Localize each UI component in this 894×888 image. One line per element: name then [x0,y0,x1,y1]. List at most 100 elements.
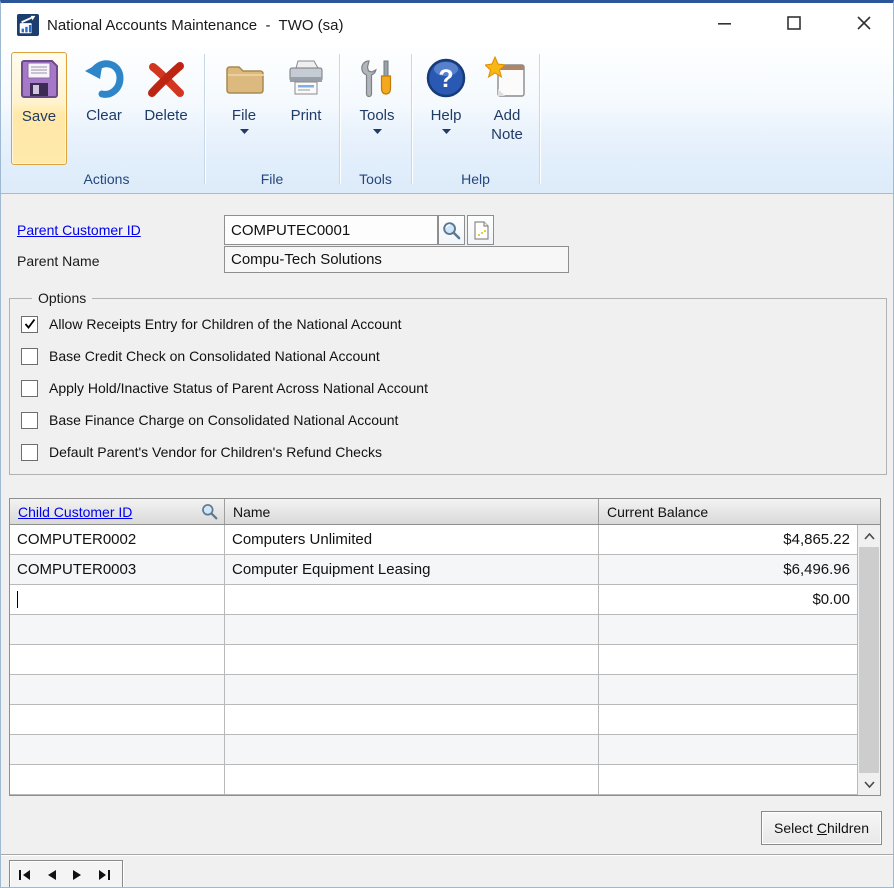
grid-cell-name[interactable] [225,705,599,734]
scrollbar-thumb[interactable] [859,547,879,773]
grid-cell-child-customer-id[interactable] [10,615,225,644]
grid-cell-name[interactable] [225,615,599,644]
grid-cell-name[interactable] [225,735,599,764]
parent-customer-id-link[interactable]: Parent Customer ID [17,222,141,238]
file-menu-label: File [232,107,256,126]
grid-header: Child Customer ID Name Current Balance [10,499,880,525]
grid-header-child-customer-id[interactable]: Child Customer ID [10,499,225,524]
tools-menu-button[interactable]: Tools [349,52,405,165]
grid-cell-child-customer-id[interactable] [10,585,225,614]
grid-cell-child-customer-id[interactable] [10,705,225,734]
last-record-button[interactable] [91,861,118,888]
grid-cell-name[interactable] [225,585,599,614]
parent-customer-id-field[interactable]: COMPUTEC0001 [224,215,438,245]
grid-cell-name[interactable] [225,765,599,794]
file-menu-button[interactable]: File [217,52,271,165]
next-record-icon [72,869,84,881]
maximize-button[interactable] [771,3,817,43]
print-button[interactable]: Print [278,52,334,165]
parent-customer-id-lookup-button[interactable] [438,215,465,245]
grid-cell-current-balance[interactable]: $4,865.22 [599,525,857,554]
grid-cell-child-customer-id[interactable]: COMPUTER0002 [10,525,225,554]
grid-cell-current-balance[interactable] [599,675,857,704]
checkbox-base-finance-charge[interactable]: Base Finance Charge on Consolidated Nati… [21,411,398,429]
last-record-icon [98,869,112,881]
options-groupbox: Options Allow Receipts Entry for Childre… [9,298,887,475]
save-button[interactable]: Save [11,52,67,165]
grid-cell-child-customer-id[interactable]: COMPUTER0003 [10,555,225,584]
group-separator [339,54,340,184]
select-children-label-suffix: hildren [827,820,869,836]
clear-button-label: Clear [86,107,122,126]
national-accounts-maintenance-window: National Accounts Maintenance - TWO (sa) [0,0,894,888]
grid-cell-current-balance[interactable] [599,615,857,644]
checkbox-label: Apply Hold/Inactive Status of Parent Acr… [49,380,428,396]
grid-cell-current-balance[interactable] [599,735,857,764]
chevron-down-icon [240,129,249,134]
delete-button[interactable]: Delete [135,52,197,165]
grid-header-current-balance[interactable]: Current Balance [599,499,880,524]
window-title: National Accounts Maintenance - TWO (sa) [47,3,344,48]
group-separator [204,54,205,184]
chevron-down-icon [864,781,875,788]
add-note-label: Add Note [484,107,530,145]
grid-cell-current-balance[interactable]: $0.00 [599,585,857,614]
text-caret [17,591,18,608]
first-record-button[interactable] [10,861,37,888]
grid-header-name[interactable]: Name [225,499,599,524]
child-customer-id-link[interactable]: Child Customer ID [18,504,132,520]
checkbox-box[interactable] [21,380,38,397]
grid-row: $0.00 [10,585,857,615]
grid-cell-child-customer-id[interactable] [10,645,225,674]
grid-cell-child-customer-id[interactable] [10,675,225,704]
checkbox-allow-receipts-entry[interactable]: Allow Receipts Entry for Children of the… [21,315,402,333]
grid-cell-current-balance[interactable]: $6,496.96 [599,555,857,584]
checkbox-box[interactable] [21,348,38,365]
checkbox-base-credit-check[interactable]: Base Credit Check on Consolidated Nation… [21,347,380,365]
checkbox-label: Base Finance Charge on Consolidated Nati… [49,412,398,428]
minimize-button[interactable] [701,3,747,43]
scroll-down-button[interactable] [858,773,880,795]
checkbox-box[interactable] [21,444,38,461]
checkbox-label: Base Credit Check on Consolidated Nation… [49,348,380,364]
group-separator [539,54,540,184]
vertical-scrollbar[interactable] [857,525,880,795]
grid-cell-current-balance[interactable] [599,765,857,794]
clear-button[interactable]: Clear [77,52,131,165]
checkbox-apply-hold-inactive[interactable]: Apply Hold/Inactive Status of Parent Acr… [21,379,428,397]
children-grid: Child Customer ID Name Current Balance C… [9,498,881,796]
checkbox-box[interactable] [21,316,38,333]
grid-cell-name[interactable]: Computer Equipment Leasing [225,555,599,584]
grid-cell-current-balance[interactable] [599,705,857,734]
parent-name-field: Compu-Tech Solutions [224,246,569,273]
ribbon-group-actions-label: Actions [9,171,204,187]
folder-icon [222,56,266,100]
checkbox-box[interactable] [21,412,38,429]
tools-icon [355,56,399,100]
help-menu-button[interactable]: ? Help [419,52,473,165]
grid-cell-name[interactable] [225,645,599,674]
checkbox-default-parents-vendor[interactable]: Default Parent's Vendor for Children's R… [21,443,382,461]
chevron-up-icon [864,533,875,540]
grid-row [10,645,857,675]
magnifier-icon[interactable] [201,503,218,520]
scroll-up-button[interactable] [858,525,880,547]
next-record-button[interactable] [64,861,91,888]
delete-x-icon [144,56,188,100]
close-button[interactable] [841,3,887,43]
grid-cell-name[interactable] [225,675,599,704]
add-note-button[interactable]: Add Note [479,52,535,165]
grid-body: COMPUTER0002Computers Unlimited$4,865.22… [10,525,857,795]
checkbox-label: Allow Receipts Entry for Children of the… [49,316,402,332]
status-bar-divider [1,854,893,856]
grid-cell-current-balance[interactable] [599,645,857,674]
parent-customer-id-note-button[interactable] [467,215,494,245]
grid-cell-child-customer-id[interactable] [10,735,225,764]
app-chart-icon [17,14,39,36]
select-children-button[interactable]: Select Children [761,811,882,845]
previous-record-button[interactable] [37,861,64,888]
grid-row [10,735,857,765]
grid-cell-name[interactable]: Computers Unlimited [225,525,599,554]
checkmark-icon [24,318,36,330]
grid-cell-child-customer-id[interactable] [10,765,225,794]
